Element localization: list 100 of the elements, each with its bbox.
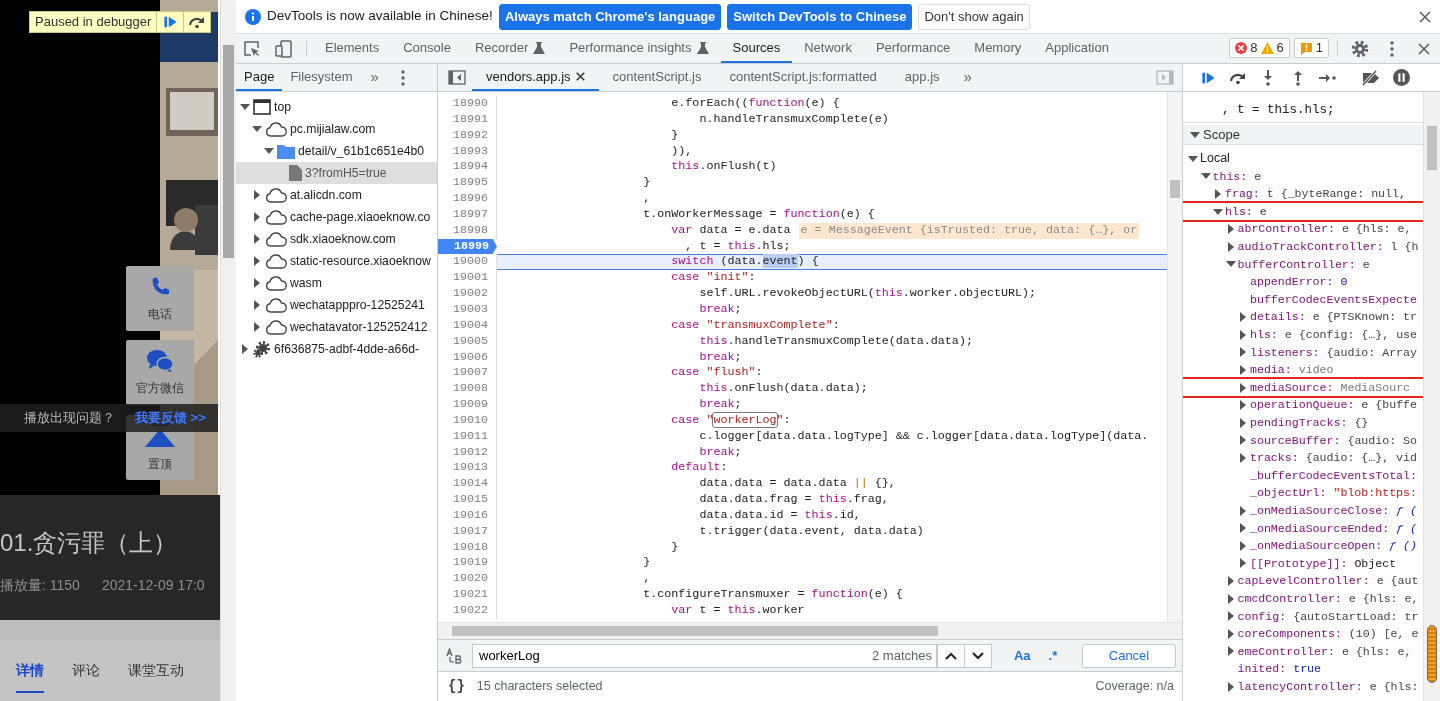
infobar-button[interactable]: Don't show again xyxy=(918,3,1030,30)
line-number[interactable]: 19020 xyxy=(438,571,497,588)
file-tab[interactable]: contentScript.js xyxy=(598,64,716,91)
collapsed-arrow-icon[interactable] xyxy=(1225,681,1236,692)
line-number[interactable]: 19002 xyxy=(438,286,497,302)
line-number[interactable]: 19018 xyxy=(438,539,497,556)
line-number[interactable]: 19022 xyxy=(438,603,497,619)
scope-item[interactable]: bufferController: e xyxy=(1183,255,1423,274)
collapsed-arrow-icon[interactable] xyxy=(252,212,262,222)
line-number[interactable]: 18993 xyxy=(438,143,497,160)
line-number[interactable]: 19010 xyxy=(438,412,497,429)
line-number[interactable]: 18997 xyxy=(438,206,497,223)
collapsed-arrow-icon[interactable] xyxy=(252,322,262,332)
collapsed-arrow-icon[interactable] xyxy=(1238,364,1248,375)
panel-tab[interactable]: Memory xyxy=(962,34,1034,63)
error-warning-counter[interactable]: 8 6 xyxy=(1229,38,1290,58)
scrollbar[interactable] xyxy=(1167,92,1182,622)
scope-item[interactable]: hls: e xyxy=(1183,202,1423,221)
line-number[interactable]: 18998 xyxy=(438,222,497,239)
line-number[interactable]: 19007 xyxy=(438,365,497,382)
page-tab[interactable]: 课堂互动 xyxy=(128,660,184,693)
regex-toggle[interactable]: .* xyxy=(1042,645,1064,666)
collapsed-arrow-icon[interactable] xyxy=(252,190,262,200)
line-number[interactable]: 19016 xyxy=(438,507,497,524)
collapsed-arrow-icon[interactable] xyxy=(240,344,250,354)
collapsed-arrow-icon[interactable] xyxy=(252,278,262,288)
scope-item[interactable]: tracks: {audio: {…}, vid xyxy=(1183,449,1423,467)
scope-item[interactable]: operationQueue: e {buffe xyxy=(1183,396,1423,414)
scope-item[interactable]: _onMediaSourceEnded: ƒ ( xyxy=(1183,519,1423,538)
collapsed-arrow-icon[interactable] xyxy=(1225,241,1236,252)
scope-item[interactable]: abrController: e {hls: e, xyxy=(1183,220,1423,238)
line-number[interactable]: 19005 xyxy=(438,333,497,350)
scope-item[interactable]: _onMediaSourceOpen: ƒ () xyxy=(1183,537,1423,555)
scope-item[interactable]: frag: t {_byteRange: null, xyxy=(1183,185,1423,203)
float-button[interactable]: 电话 xyxy=(126,266,194,331)
collapsed-arrow-icon[interactable] xyxy=(252,234,262,244)
expanded-arrow-icon[interactable] xyxy=(1213,206,1223,217)
collapsed-arrow-icon[interactable] xyxy=(1238,558,1248,569)
line-number[interactable]: 19011 xyxy=(438,428,497,445)
collapsed-arrow-icon[interactable] xyxy=(1225,646,1236,657)
page-tab[interactable]: 详情 xyxy=(16,660,44,693)
collapsed-arrow-icon[interactable] xyxy=(1213,189,1223,199)
page-tab[interactable]: 评论 xyxy=(72,660,100,693)
line-number[interactable]: 19017 xyxy=(438,523,497,540)
close-icon[interactable] xyxy=(575,72,585,81)
infobar-button[interactable]: Switch DevTools to Chinese xyxy=(727,3,913,30)
line-number[interactable]: 18991 xyxy=(438,111,497,128)
scope-item[interactable]: audioTrackController: l {h xyxy=(1183,237,1423,256)
file-tab[interactable]: vendors.app.js xyxy=(472,64,599,91)
collapsed-arrow-icon[interactable] xyxy=(1225,628,1236,639)
navigator-tab[interactable]: Filesystem xyxy=(282,64,361,91)
panel-tab[interactable]: Network xyxy=(792,34,864,63)
collapsed-arrow-icon[interactable] xyxy=(1238,312,1248,323)
line-number[interactable]: 18992 xyxy=(438,127,497,144)
line-number[interactable]: 19015 xyxy=(438,492,497,508)
pretty-print-button[interactable]: {} xyxy=(448,676,465,697)
expanded-arrow-icon[interactable] xyxy=(240,102,250,112)
collapsed-arrow-icon[interactable] xyxy=(1225,611,1236,622)
tree-item[interactable]: at.alicdn.com xyxy=(236,184,437,206)
line-number[interactable]: 19014 xyxy=(438,476,497,493)
scope-item[interactable]: sourceBuffer: {audio: So xyxy=(1183,431,1423,450)
section-header[interactable]: Scope xyxy=(1183,125,1423,145)
navigator-tab[interactable]: Page xyxy=(236,64,283,91)
scope-item[interactable]: Local xyxy=(1183,150,1423,168)
scope-item[interactable]: _onMediaSourceClose: ƒ ( xyxy=(1183,501,1423,520)
collapsed-arrow-icon[interactable] xyxy=(252,300,262,310)
line-number[interactable]: 19012 xyxy=(438,444,497,461)
cancel-button[interactable]: Cancel xyxy=(1082,643,1176,668)
scope-item[interactable]: media: video xyxy=(1183,361,1423,379)
collapsed-arrow-icon[interactable] xyxy=(1238,329,1248,340)
scope-item[interactable]: _bufferCodecEventsTotal: xyxy=(1183,466,1423,485)
scope-item[interactable]: _objectUrl: "blob:https: xyxy=(1183,484,1423,502)
match-case-toggle[interactable]: Aa xyxy=(1008,645,1037,666)
scope-item[interactable]: coreComponents: (10) [e, e xyxy=(1183,625,1423,643)
tree-item[interactable]: pc.mijialaw.com xyxy=(236,118,437,140)
panel-tab[interactable]: Elements xyxy=(313,34,392,63)
scope-item[interactable]: bufferCodecEventsExpecte xyxy=(1183,290,1423,309)
scope-item[interactable]: cmcdController: e {hls: e, xyxy=(1183,589,1423,608)
overflow-button[interactable]: » xyxy=(360,64,389,91)
tree-item[interactable]: wechatapppro-12525241 xyxy=(236,294,437,316)
scrollbar-thumb[interactable] xyxy=(1427,126,1437,170)
scope-item[interactable]: latencyController: e {hls: xyxy=(1183,677,1423,696)
collapsed-arrow-icon[interactable] xyxy=(1238,523,1248,534)
tree-item[interactable]: top xyxy=(236,96,437,118)
line-number[interactable]: 19003 xyxy=(438,301,497,318)
tree-item[interactable]: detail/v_61b1c651e4b0 xyxy=(236,140,437,162)
file-tab[interactable]: app.js xyxy=(890,64,954,91)
scope-item[interactable]: listeners: {audio: Array xyxy=(1183,343,1423,362)
collapsed-arrow-icon[interactable] xyxy=(1238,417,1248,428)
collapsed-arrow-icon[interactable] xyxy=(1238,540,1248,551)
collapsed-arrow-icon[interactable] xyxy=(1238,435,1248,446)
scope-item[interactable]: hls: e {config: {…}, use xyxy=(1183,325,1423,344)
panel-tab[interactable]: Performance insights xyxy=(557,34,721,63)
previous-match-button[interactable] xyxy=(937,643,965,668)
line-number[interactable]: 19006 xyxy=(438,349,497,366)
collapsed-arrow-icon[interactable] xyxy=(252,256,262,266)
tree-item[interactable]: cache-page.xiaoeknow.co xyxy=(236,206,437,228)
line-number[interactable]: 19008 xyxy=(438,381,497,398)
scope-item[interactable]: [[Prototype]]: Object xyxy=(1183,554,1423,573)
overflow-button[interactable]: » xyxy=(953,64,982,91)
